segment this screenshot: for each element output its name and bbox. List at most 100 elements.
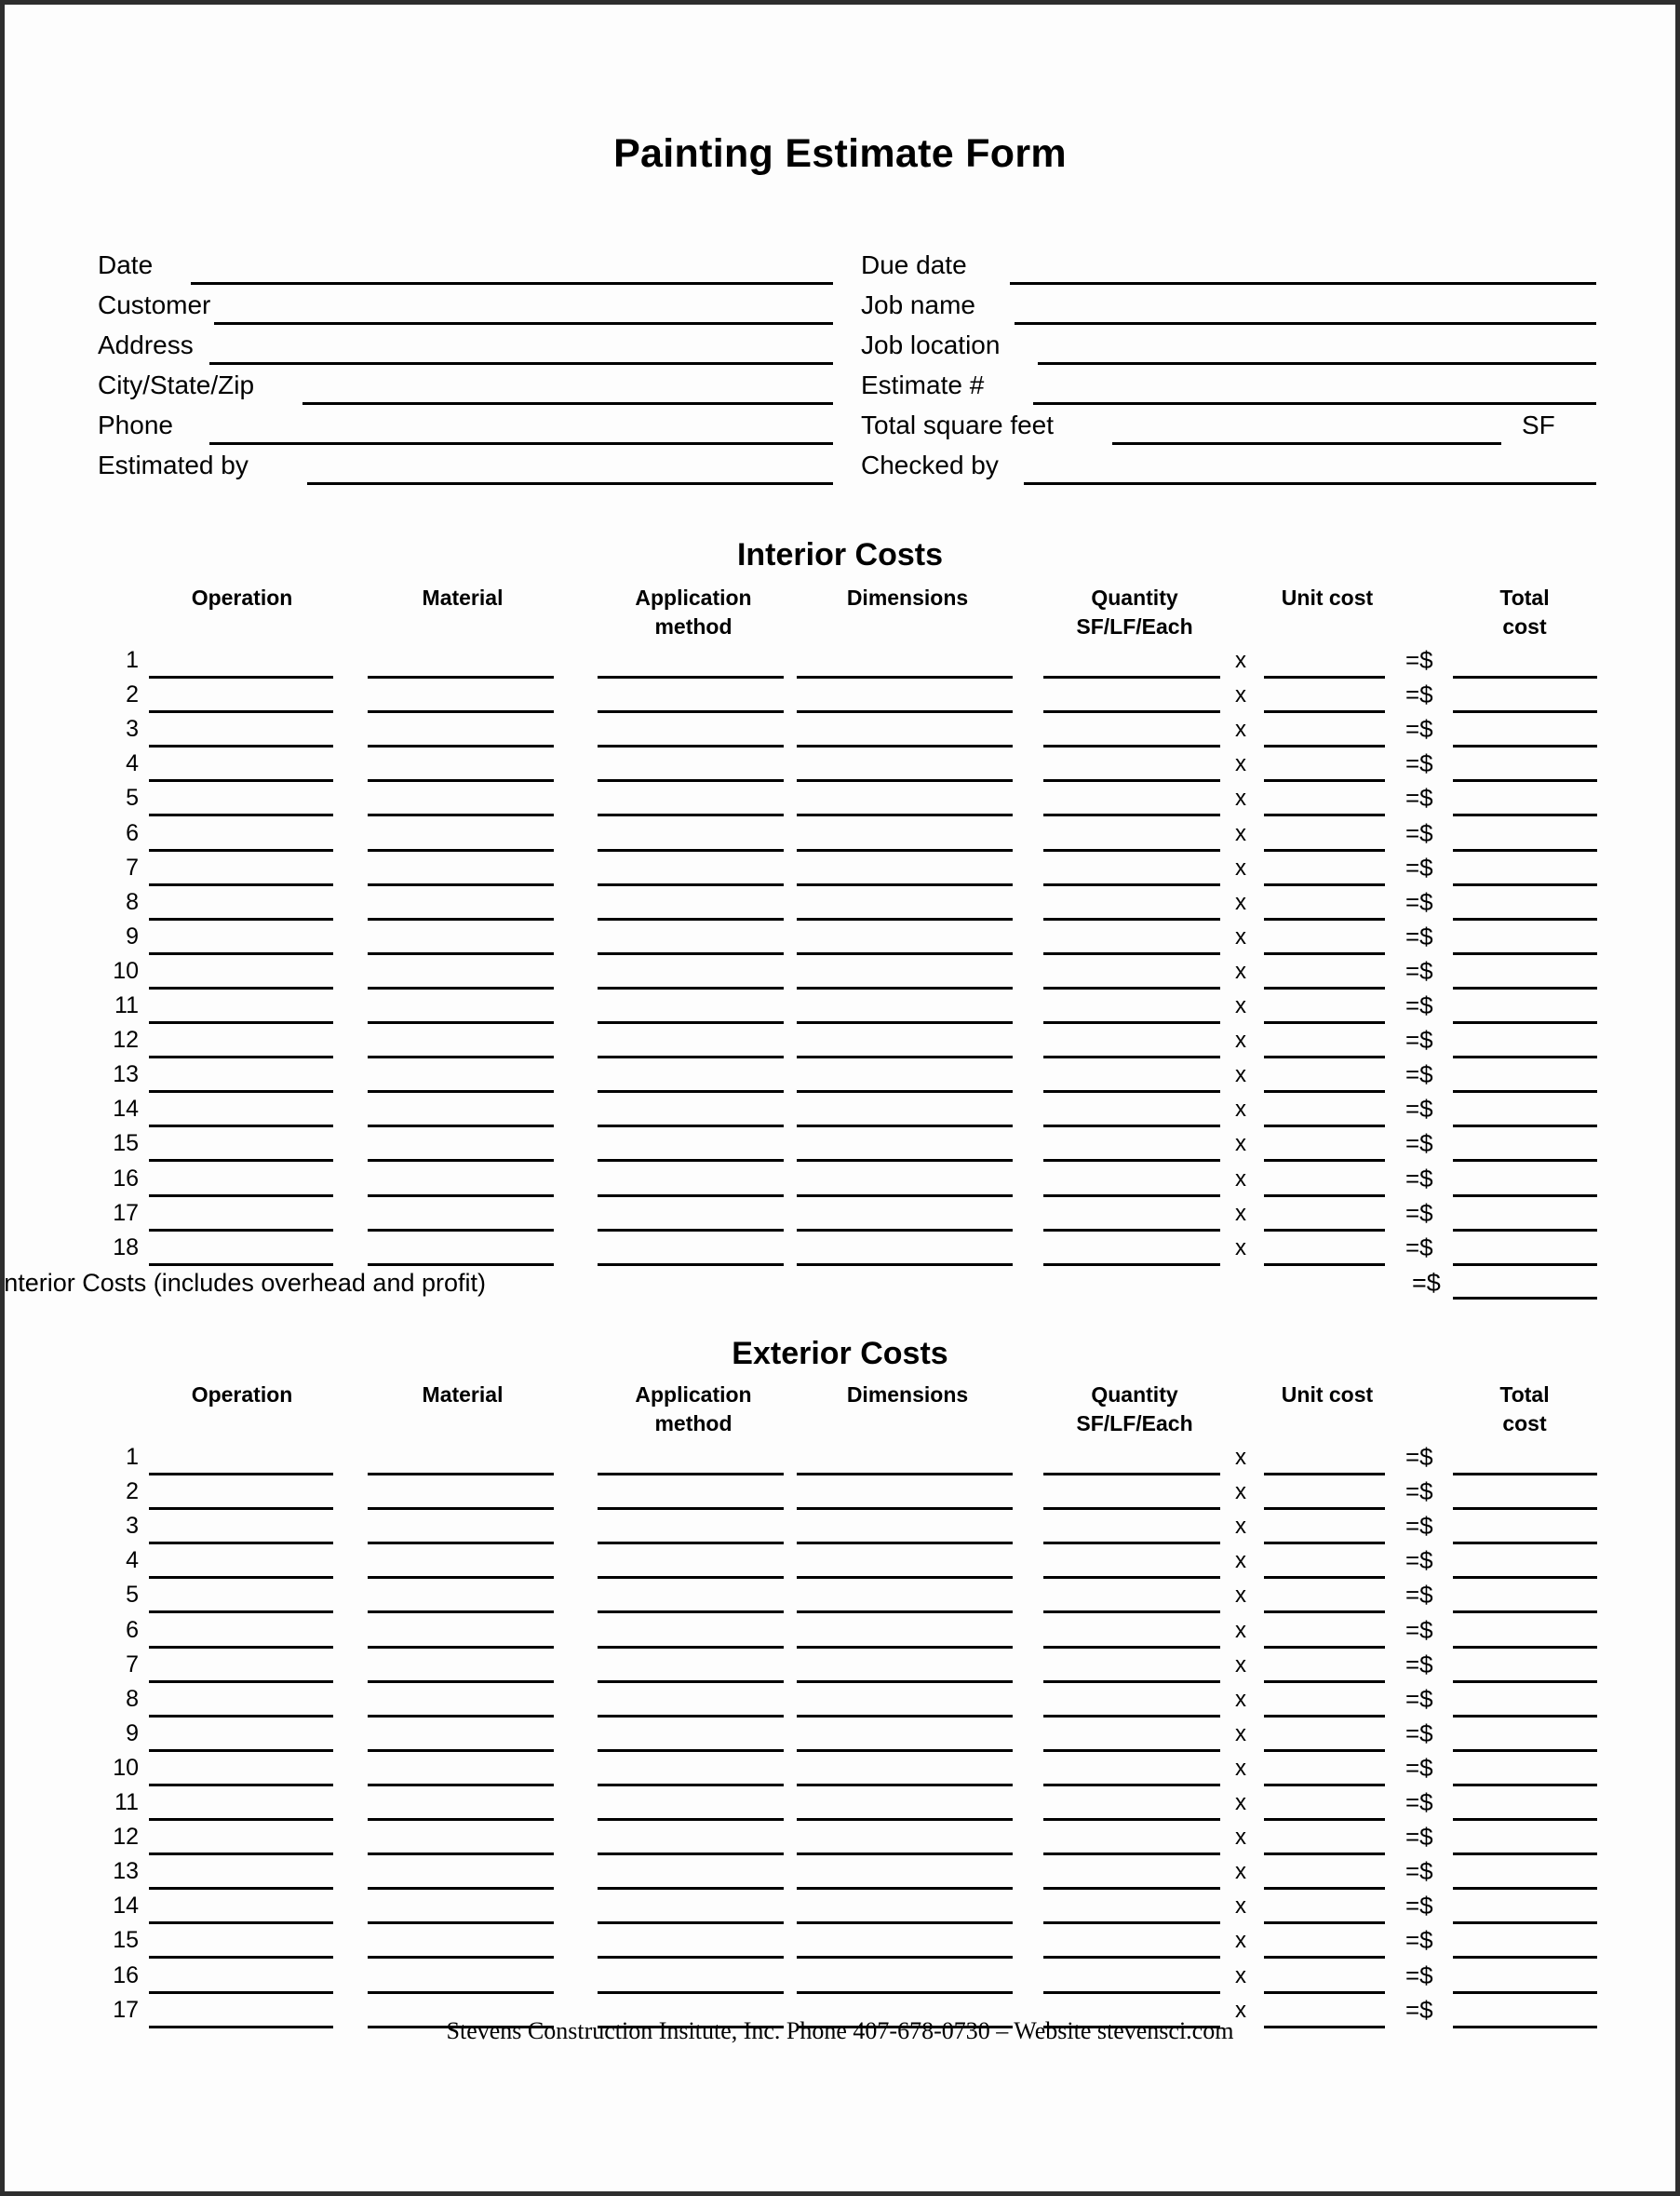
application-method-input[interactable] — [598, 745, 784, 748]
total-cost-input[interactable] — [1453, 814, 1597, 816]
quantity-input[interactable] — [1043, 1576, 1220, 1579]
material-input[interactable] — [368, 1956, 554, 1959]
dimensions-input[interactable] — [797, 1646, 1013, 1649]
quantity-input[interactable] — [1043, 1473, 1220, 1475]
dimensions-input[interactable] — [797, 1887, 1013, 1890]
operation-input[interactable] — [149, 1852, 333, 1855]
application-method-input[interactable] — [598, 987, 784, 990]
material-input[interactable] — [368, 1229, 554, 1232]
operation-input[interactable] — [149, 1473, 333, 1475]
material-input[interactable] — [368, 883, 554, 886]
unit-cost-input[interactable] — [1264, 1576, 1385, 1579]
total-cost-input[interactable] — [1453, 987, 1597, 990]
field-input[interactable] — [302, 402, 833, 405]
dimensions-input[interactable] — [797, 918, 1013, 921]
unit-cost-input[interactable] — [1264, 710, 1385, 713]
field-input[interactable] — [1033, 402, 1596, 405]
dimensions-input[interactable] — [797, 1680, 1013, 1683]
dimensions-input[interactable] — [797, 1784, 1013, 1786]
dimensions-input[interactable] — [797, 1852, 1013, 1855]
total-cost-input[interactable] — [1453, 1749, 1597, 1752]
quantity-input[interactable] — [1043, 1542, 1220, 1544]
total-cost-input[interactable] — [1453, 1956, 1597, 1959]
unit-cost-input[interactable] — [1264, 1680, 1385, 1683]
total-cost-input[interactable] — [1453, 1576, 1597, 1579]
quantity-input[interactable] — [1043, 1680, 1220, 1683]
material-input[interactable] — [368, 710, 554, 713]
material-input[interactable] — [368, 1715, 554, 1718]
unit-cost-input[interactable] — [1264, 987, 1385, 990]
unit-cost-input[interactable] — [1264, 1749, 1385, 1752]
total-cost-input[interactable] — [1453, 1229, 1597, 1232]
unit-cost-input[interactable] — [1264, 1921, 1385, 1924]
material-input[interactable] — [368, 1090, 554, 1093]
unit-cost-input[interactable] — [1264, 1507, 1385, 1510]
operation-input[interactable] — [149, 745, 333, 748]
operation-input[interactable] — [149, 987, 333, 990]
unit-cost-input[interactable] — [1264, 1646, 1385, 1649]
dimensions-input[interactable] — [797, 1715, 1013, 1718]
field-input[interactable] — [1010, 282, 1596, 285]
field-input[interactable] — [307, 482, 833, 485]
total-cost-input[interactable] — [1453, 1194, 1597, 1197]
unit-cost-input[interactable] — [1264, 745, 1385, 748]
quantity-input[interactable] — [1043, 1991, 1220, 1994]
operation-input[interactable] — [149, 918, 333, 921]
unit-cost-input[interactable] — [1264, 849, 1385, 852]
dimensions-input[interactable] — [797, 1576, 1013, 1579]
operation-input[interactable] — [149, 1784, 333, 1786]
total-cost-input[interactable] — [1453, 1921, 1597, 1924]
dimensions-input[interactable] — [797, 1610, 1013, 1613]
material-input[interactable] — [368, 779, 554, 782]
operation-input[interactable] — [149, 1021, 333, 1024]
operation-input[interactable] — [149, 1263, 333, 1266]
application-method-input[interactable] — [598, 676, 784, 679]
material-input[interactable] — [368, 987, 554, 990]
application-method-input[interactable] — [598, 1090, 784, 1093]
quantity-input[interactable] — [1043, 952, 1220, 955]
material-input[interactable] — [368, 1021, 554, 1024]
material-input[interactable] — [368, 1680, 554, 1683]
total-cost-input[interactable] — [1453, 1610, 1597, 1613]
operation-input[interactable] — [149, 1887, 333, 1890]
application-method-input[interactable] — [598, 1921, 784, 1924]
unit-cost-input[interactable] — [1264, 1818, 1385, 1821]
application-method-input[interactable] — [598, 1507, 784, 1510]
quantity-input[interactable] — [1043, 1263, 1220, 1266]
application-method-input[interactable] — [598, 1784, 784, 1786]
unit-cost-input[interactable] — [1264, 1473, 1385, 1475]
quantity-input[interactable] — [1043, 779, 1220, 782]
dimensions-input[interactable] — [797, 676, 1013, 679]
application-method-input[interactable] — [598, 1749, 784, 1752]
unit-cost-input[interactable] — [1264, 814, 1385, 816]
dimensions-input[interactable] — [797, 1507, 1013, 1510]
operation-input[interactable] — [149, 814, 333, 816]
operation-input[interactable] — [149, 1159, 333, 1162]
application-method-input[interactable] — [598, 1852, 784, 1855]
application-method-input[interactable] — [598, 1646, 784, 1649]
material-input[interactable] — [368, 1887, 554, 1890]
total-cost-input[interactable] — [1453, 1125, 1597, 1127]
quantity-input[interactable] — [1043, 1784, 1220, 1786]
unit-cost-input[interactable] — [1264, 676, 1385, 679]
application-method-input[interactable] — [598, 1125, 784, 1127]
total-cost-input[interactable] — [1453, 1159, 1597, 1162]
application-method-input[interactable] — [598, 1229, 784, 1232]
unit-cost-input[interactable] — [1264, 1784, 1385, 1786]
total-cost-input[interactable] — [1453, 1887, 1597, 1890]
material-input[interactable] — [368, 1056, 554, 1058]
operation-input[interactable] — [149, 1715, 333, 1718]
application-method-input[interactable] — [598, 1818, 784, 1821]
quantity-input[interactable] — [1043, 987, 1220, 990]
operation-input[interactable] — [149, 676, 333, 679]
field-input[interactable] — [1024, 482, 1596, 485]
operation-input[interactable] — [149, 1090, 333, 1093]
total-cost-input[interactable] — [1453, 883, 1597, 886]
interior-total-input[interactable] — [1453, 1297, 1597, 1300]
material-input[interactable] — [368, 1542, 554, 1544]
dimensions-input[interactable] — [797, 849, 1013, 852]
application-method-input[interactable] — [598, 1473, 784, 1475]
total-cost-input[interactable] — [1453, 1991, 1597, 1994]
material-input[interactable] — [368, 1784, 554, 1786]
quantity-input[interactable] — [1043, 1749, 1220, 1752]
